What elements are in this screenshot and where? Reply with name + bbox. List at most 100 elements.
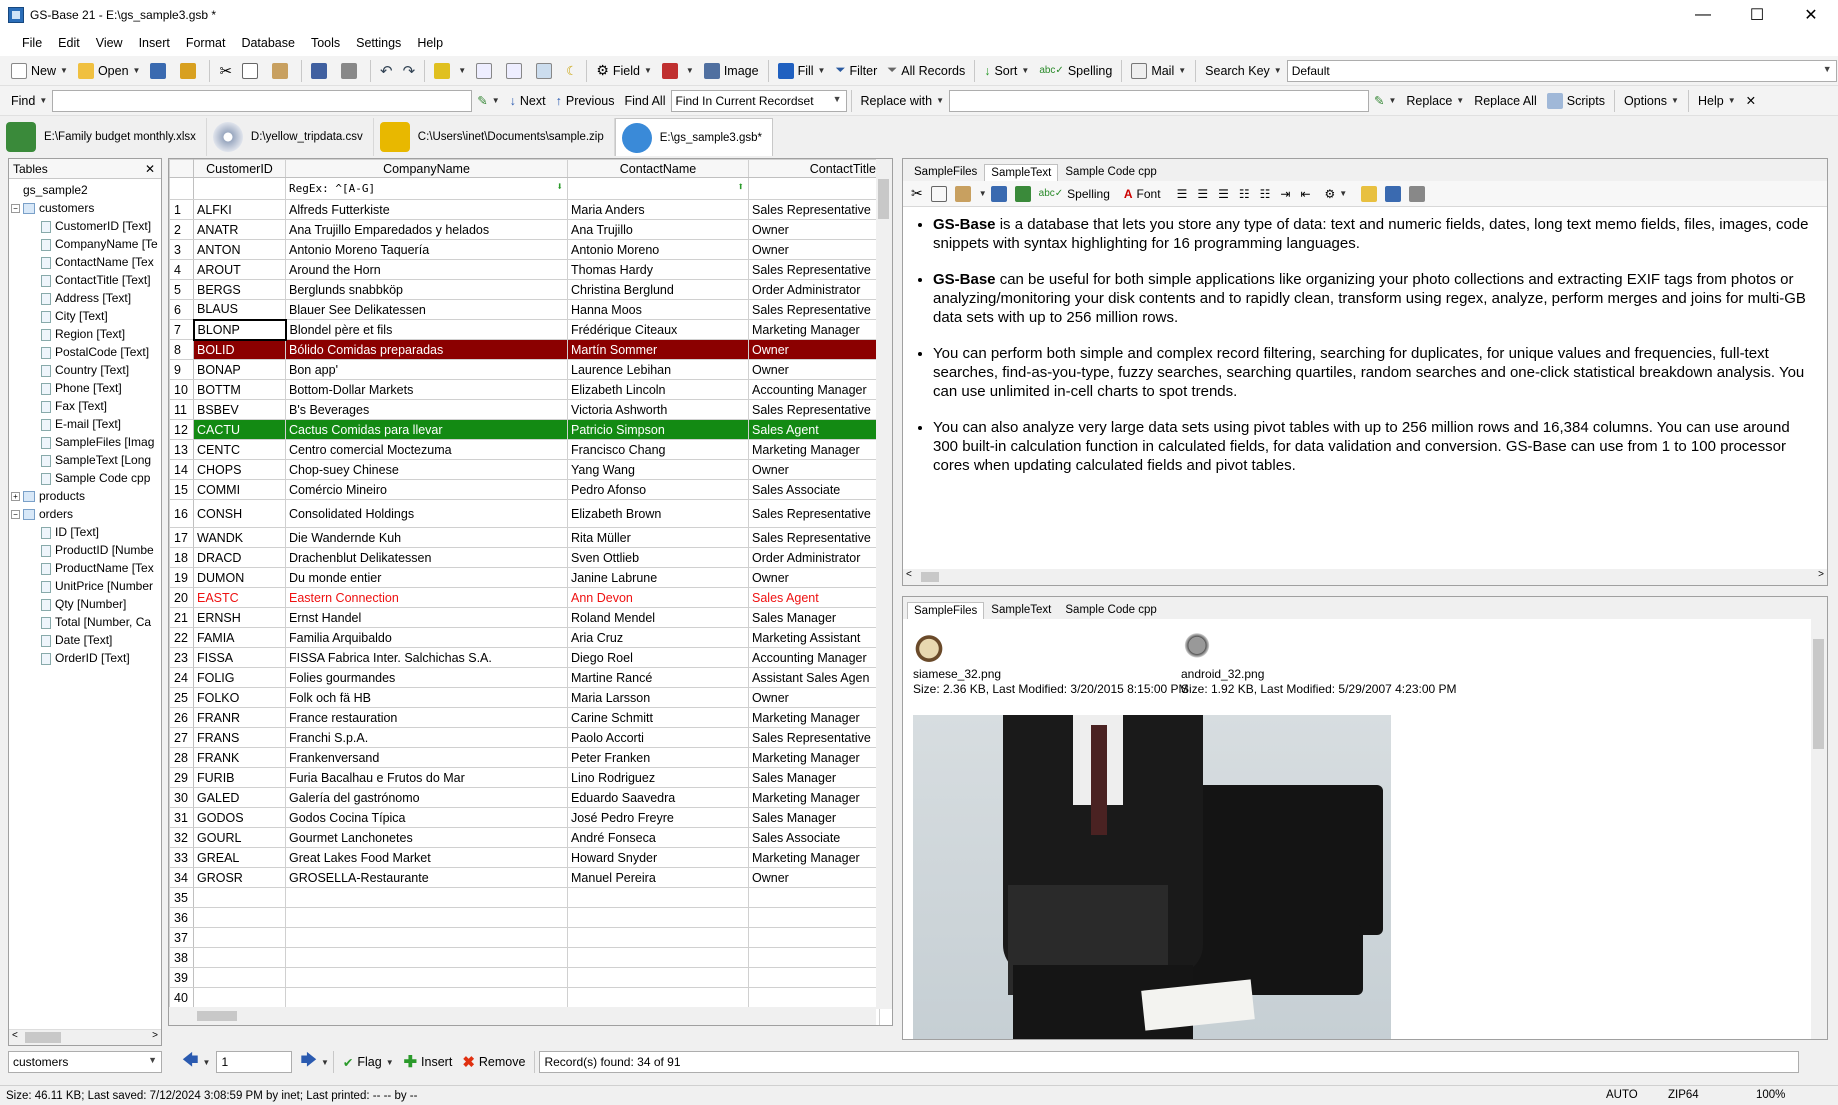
tree-table-customers[interactable]: − customers (9, 199, 161, 217)
tab-samplefiles-bottom[interactable]: SampleFiles (907, 602, 985, 619)
grid-cell[interactable]: BOTTM (193, 379, 286, 400)
grid-cell[interactable]: Manuel Pereira (567, 867, 749, 888)
row-number[interactable]: 20 (169, 587, 194, 608)
grid-cell[interactable]: CENTC (193, 439, 286, 460)
tab-sampletext[interactable]: SampleText (984, 164, 1059, 181)
format-brush-button[interactable]: ▼ (429, 58, 471, 84)
tree-field-customers-11[interactable]: E-mail [Text] (9, 415, 161, 433)
replace-all-button[interactable]: Replace All (1469, 88, 1542, 114)
paste-button[interactable] (267, 58, 297, 84)
open-folder-icon[interactable] (1361, 185, 1378, 202)
tab-samplefiles[interactable]: SampleFiles (907, 163, 984, 181)
grid-cell[interactable]: Roland Mendel (567, 607, 749, 628)
row-number[interactable]: 36 (169, 907, 194, 928)
grid-cell[interactable]: Antonio Moreno Taquería (285, 239, 568, 260)
text-hscrollbar[interactable]: < > (903, 569, 1827, 585)
table-row[interactable]: 5 BERGS Berglunds snabbköp Christina Berglu… (169, 279, 880, 300)
grid-cell[interactable]: Sales Manager (748, 807, 880, 828)
grid-cell[interactable]: FISSA Fabrica Inter. Salchichas S.A. (285, 647, 568, 668)
grid-cell[interactable] (567, 967, 749, 988)
tables-close-button[interactable]: ✕ (145, 162, 155, 176)
grid-cell[interactable]: Ana Trujillo (567, 219, 749, 240)
undo-icon[interactable] (990, 185, 1007, 202)
grid-cell[interactable]: Victoria Ashworth (567, 399, 749, 420)
grid-cell[interactable]: Pedro Afonso (567, 479, 749, 500)
business-man-photo[interactable] (913, 715, 1391, 1039)
tree-field-customers-9[interactable]: Phone [Text] (9, 379, 161, 397)
grid-cell[interactable]: Order Administrator (748, 547, 880, 568)
preview-button[interactable] (306, 58, 336, 84)
grid-cell[interactable]: CACTU (193, 419, 286, 440)
column-header-contactname[interactable]: ContactName (567, 159, 749, 178)
grid-cell[interactable]: WANDK (193, 527, 286, 548)
scripts-button[interactable]: Scripts (1542, 88, 1610, 114)
row-number[interactable]: 7 (169, 319, 194, 340)
row-number[interactable]: 26 (169, 707, 194, 728)
grid-cell[interactable]: Owner (748, 219, 880, 240)
tree-field-customers-4[interactable]: Address [Text] (9, 289, 161, 307)
row-number[interactable]: 19 (169, 567, 194, 588)
tab-sample-code-cpp-bottom[interactable]: Sample Code cpp (1058, 601, 1163, 619)
mail-button[interactable]: Mail ▼ (1126, 58, 1191, 84)
grid-cell[interactable]: Chop-suey Chinese (285, 459, 568, 480)
options-button[interactable]: Options ▼ (1619, 88, 1684, 114)
menu-format[interactable]: Format (178, 36, 234, 50)
grid-cell[interactable]: Godos Cocina Típica (285, 807, 568, 828)
grid-cell[interactable] (193, 967, 286, 988)
indent-icon[interactable]: ⇥ (1280, 187, 1290, 201)
tree-field-customers-1[interactable]: CompanyName [Te (9, 235, 161, 253)
grid-cell[interactable]: Sales Representative (748, 199, 880, 220)
grid-cell[interactable] (567, 927, 749, 948)
minimize-button[interactable]: — (1676, 0, 1730, 30)
grid-cell[interactable]: Marketing Manager (748, 787, 880, 808)
grid-cell[interactable] (748, 947, 880, 968)
copy-icon[interactable] (930, 185, 947, 202)
grid-cell[interactable]: GROSR (193, 867, 286, 888)
help-button[interactable]: Help ▼ (1693, 88, 1741, 114)
layout-3-button[interactable] (531, 58, 561, 84)
tree-field-customers-7[interactable]: PostalCode [Text] (9, 343, 161, 361)
grid-cell[interactable]: Peter Franken (567, 747, 749, 768)
grid-cell[interactable]: Owner (748, 567, 880, 588)
grid-cell[interactable]: Sales Associate (748, 479, 880, 500)
grid-cell[interactable]: BSBEV (193, 399, 286, 420)
record-number-input[interactable]: 1 (216, 1051, 293, 1073)
table-row[interactable]: 21 ERNSH Ernst Handel Roland Mendel Sales Ma… (169, 607, 880, 628)
table-row[interactable]: 34 GROSR GROSELLA-Restaurante Manuel Pereir… (169, 867, 880, 888)
table-row[interactable]: 4 AROUT Around the Horn Thomas Hardy Sales R… (169, 259, 880, 280)
previous-button[interactable]: ↑ Previous (551, 88, 620, 114)
row-number[interactable]: 22 (169, 627, 194, 648)
row-number[interactable]: 1 (169, 199, 194, 220)
table-row[interactable]: 7 BLONP Blondel père et fils Frédérique Cit… (169, 318, 880, 341)
numbered-list-icon[interactable]: ☷ (1260, 187, 1271, 201)
grid-cell[interactable] (567, 907, 749, 928)
row-number[interactable]: 31 (169, 807, 194, 828)
row-number[interactable]: 21 (169, 607, 194, 628)
grid-cell[interactable]: COMMI (193, 479, 286, 500)
grid-cell[interactable] (193, 987, 286, 1008)
grid-cell[interactable] (285, 887, 568, 908)
field-button[interactable]: ⚙ Field ▼ (591, 58, 657, 84)
paste-icon[interactable] (954, 185, 971, 202)
grid-cell[interactable]: Marketing Manager (748, 847, 880, 868)
corner-cell[interactable] (169, 159, 194, 178)
row-number[interactable]: 38 (169, 947, 194, 968)
tables-hscrollbar[interactable]: < > (9, 1029, 161, 1045)
tree-field-orders-3[interactable]: UnitPrice [Number (9, 577, 161, 595)
table-row[interactable]: 29 FURIB Furia Bacalhau e Frutos do Mar Lin… (169, 767, 880, 788)
next-button[interactable]: ↓ Next (505, 88, 551, 114)
grid-cell[interactable]: Gourmet Lanchonetes (285, 827, 568, 848)
grid-cell[interactable]: Bon app' (285, 359, 568, 380)
grid-cell[interactable]: FAMIA (193, 627, 286, 648)
grid-cell[interactable]: FRANR (193, 707, 286, 728)
table-row[interactable]: 16 CONSH Consolidated Holdings Elizabeth Br… (169, 499, 880, 528)
column-header-customerid[interactable]: CustomerID (193, 159, 286, 178)
empty-row[interactable]: 39 (169, 967, 880, 988)
grid-cell[interactable] (193, 907, 286, 928)
row-number[interactable]: 30 (169, 787, 194, 808)
all-records-button[interactable]: ⏷ All Records (882, 58, 970, 84)
grid-cell[interactable]: Diego Roel (567, 647, 749, 668)
align-center-icon[interactable]: ☰ (1197, 187, 1208, 201)
grid-cell[interactable]: Marketing Manager (748, 707, 880, 728)
table-row[interactable]: 19 DUMON Du monde entier Janine Labrune Owne… (169, 567, 880, 588)
